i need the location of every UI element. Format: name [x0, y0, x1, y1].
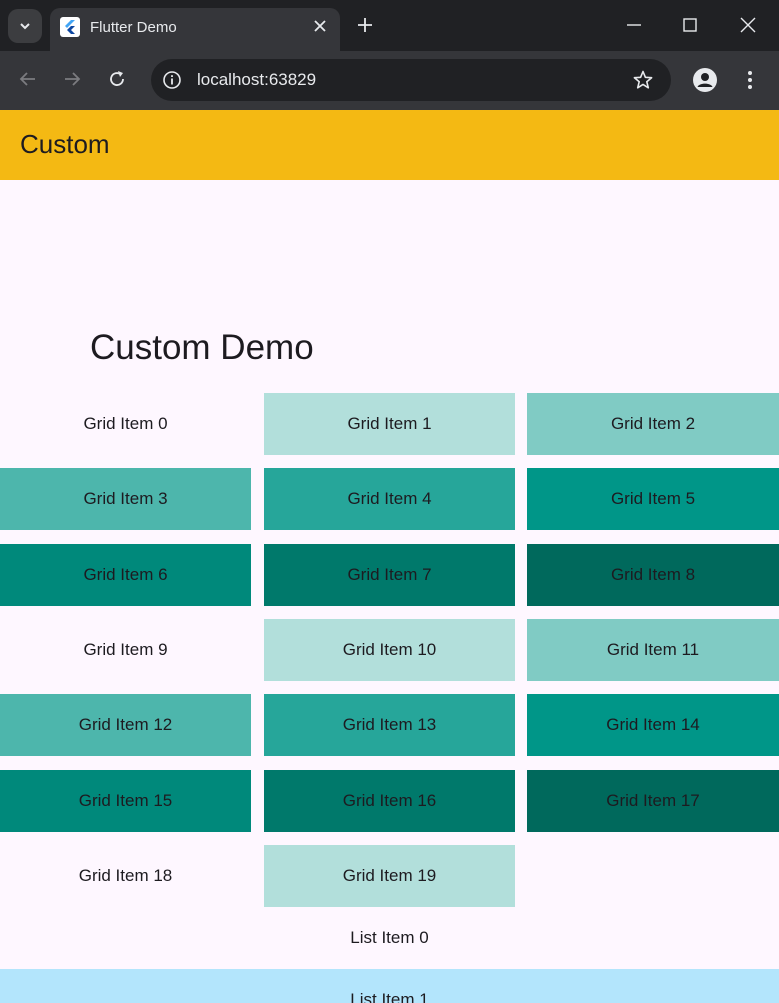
grid-item[interactable]: Grid Item 0: [0, 393, 251, 455]
maximize-icon[interactable]: [681, 16, 699, 34]
forward-arrow-icon[interactable]: [61, 68, 83, 90]
flutter-logo-icon: [60, 17, 80, 37]
more-menu-icon[interactable]: [740, 68, 760, 92]
back-arrow-icon[interactable]: [17, 68, 39, 90]
app-bar-title: Custom: [20, 129, 110, 159]
grid-item[interactable]: Grid Item 9: [0, 619, 251, 681]
tab-title: Flutter Demo: [90, 19, 177, 36]
grid-item[interactable]: Grid Item 15: [0, 770, 251, 832]
grid-item[interactable]: Grid Item 18: [0, 845, 251, 907]
grid-item[interactable]: Grid Item 10: [264, 619, 515, 681]
grid-item[interactable]: Grid Item 3: [0, 468, 251, 530]
grid-item[interactable]: Grid Item 12: [0, 694, 251, 756]
grid-item[interactable]: Grid Item 2: [527, 393, 779, 455]
grid-item[interactable]: Grid Item 1: [264, 393, 515, 455]
list-item[interactable]: List Item 0: [0, 907, 779, 969]
tab-strip: Flutter Demo: [0, 0, 779, 51]
grid-item[interactable]: Grid Item 4: [264, 468, 515, 530]
grid-item[interactable]: Grid Item 19: [264, 845, 515, 907]
close-window-icon[interactable]: [739, 16, 757, 34]
grid-item[interactable]: Grid Item 6: [0, 544, 251, 606]
grid-item[interactable]: Grid Item 14: [527, 694, 779, 756]
grid-item[interactable]: Grid Item 13: [264, 694, 515, 756]
app-viewport: Custom Custom Demo Grid Item 0 Grid Item …: [0, 110, 779, 1003]
page-heading: Custom Demo: [90, 328, 314, 367]
grid-item[interactable]: Grid Item 17: [527, 770, 779, 832]
chevron-down-icon: [20, 23, 30, 30]
url-text[interactable]: localhost:63829: [197, 70, 316, 90]
grid-item[interactable]: Grid Item 11: [527, 619, 779, 681]
grid-item[interactable]: Grid Item 8: [527, 544, 779, 606]
minimize-icon[interactable]: [625, 16, 643, 34]
reload-icon[interactable]: [106, 68, 128, 90]
site-info-icon[interactable]: [161, 69, 183, 91]
grid-item[interactable]: Grid Item 7: [264, 544, 515, 606]
tab-search-button[interactable]: [8, 9, 42, 43]
grid-item[interactable]: Grid Item 5: [527, 468, 779, 530]
browser-tab[interactable]: Flutter Demo: [50, 8, 340, 51]
close-tab-icon[interactable]: [312, 18, 328, 34]
browser-toolbar: localhost:63829: [0, 51, 779, 110]
grid-item[interactable]: Grid Item 16: [264, 770, 515, 832]
app-bar: Custom: [0, 110, 779, 180]
list-item[interactable]: List Item 1: [0, 969, 779, 1003]
profile-avatar-icon[interactable]: [693, 68, 717, 92]
new-tab-plus-icon[interactable]: [356, 16, 374, 34]
bookmark-star-icon[interactable]: [632, 69, 654, 91]
address-bar[interactable]: localhost:63829: [151, 59, 671, 101]
